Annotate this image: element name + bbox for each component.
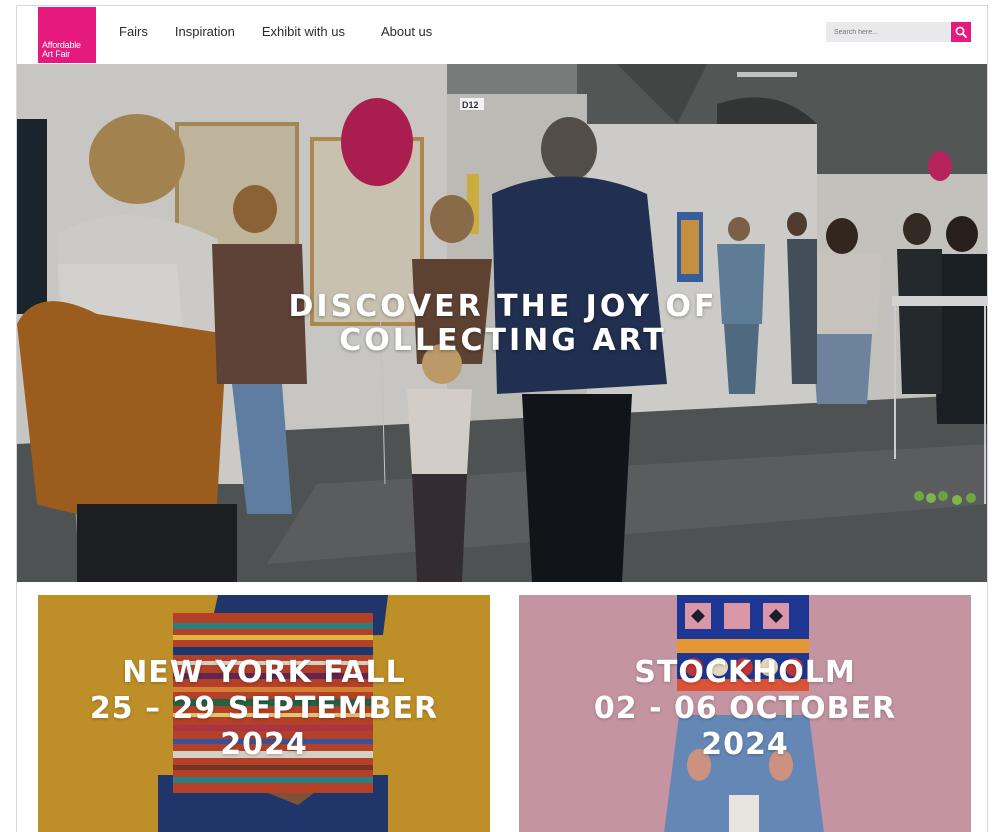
search-icon (955, 26, 967, 38)
stockholm-city: STOCKHOLM (634, 655, 856, 690)
stockholm-dates: 02 - 06 OCTOBER (593, 691, 897, 726)
search-bar (826, 22, 971, 42)
search-button[interactable] (951, 22, 971, 42)
new-york-dates: 25 – 29 SEPTEMBER (89, 691, 439, 726)
new-york-card-title: NEW YORK FALL 25 – 29 SEPTEMBER 2024 (38, 655, 490, 763)
search-input[interactable] (826, 22, 950, 42)
hero-banner[interactable]: D12 DISCOVER THE JOY OF COLLECTING ART (17, 64, 987, 582)
hero-headline-line-2: COLLECTING ART (339, 323, 667, 358)
new-york-city: NEW YORK FALL (122, 655, 406, 690)
booth-sign-text: D12 (462, 100, 479, 110)
nav-inspiration[interactable]: Inspiration (175, 24, 235, 39)
main-nav: Fairs Inspiration Exhibit with us About … (119, 24, 459, 39)
stockholm-card-title: STOCKHOLM 02 - 06 OCTOBER 2024 (519, 655, 971, 763)
hero-headline: DISCOVER THE JOY OF COLLECTING ART (17, 289, 987, 358)
nav-fairs[interactable]: Fairs (119, 24, 148, 39)
affordable-art-fair-logo[interactable]: Affordable Art Fair (38, 7, 96, 63)
nav-exhibit-with-us[interactable]: Exhibit with us (262, 24, 345, 39)
fair-card-new-york-fall[interactable]: NEW YORK FALL 25 – 29 SEPTEMBER 2024 (38, 595, 490, 832)
stockholm-year: 2024 (701, 727, 789, 762)
fair-card-stockholm[interactable]: STOCKHOLM 02 - 06 OCTOBER 2024 (519, 595, 971, 832)
nav-about-us[interactable]: About us (381, 24, 432, 39)
hero-headline-line-1: DISCOVER THE JOY OF (288, 289, 718, 324)
new-york-year: 2024 (220, 727, 308, 762)
site-header: Affordable Art Fair Fairs Inspiration Ex… (17, 6, 987, 64)
page-frame: Affordable Art Fair Fairs Inspiration Ex… (16, 5, 988, 832)
logo-line-2: Art Fair (42, 49, 70, 59)
